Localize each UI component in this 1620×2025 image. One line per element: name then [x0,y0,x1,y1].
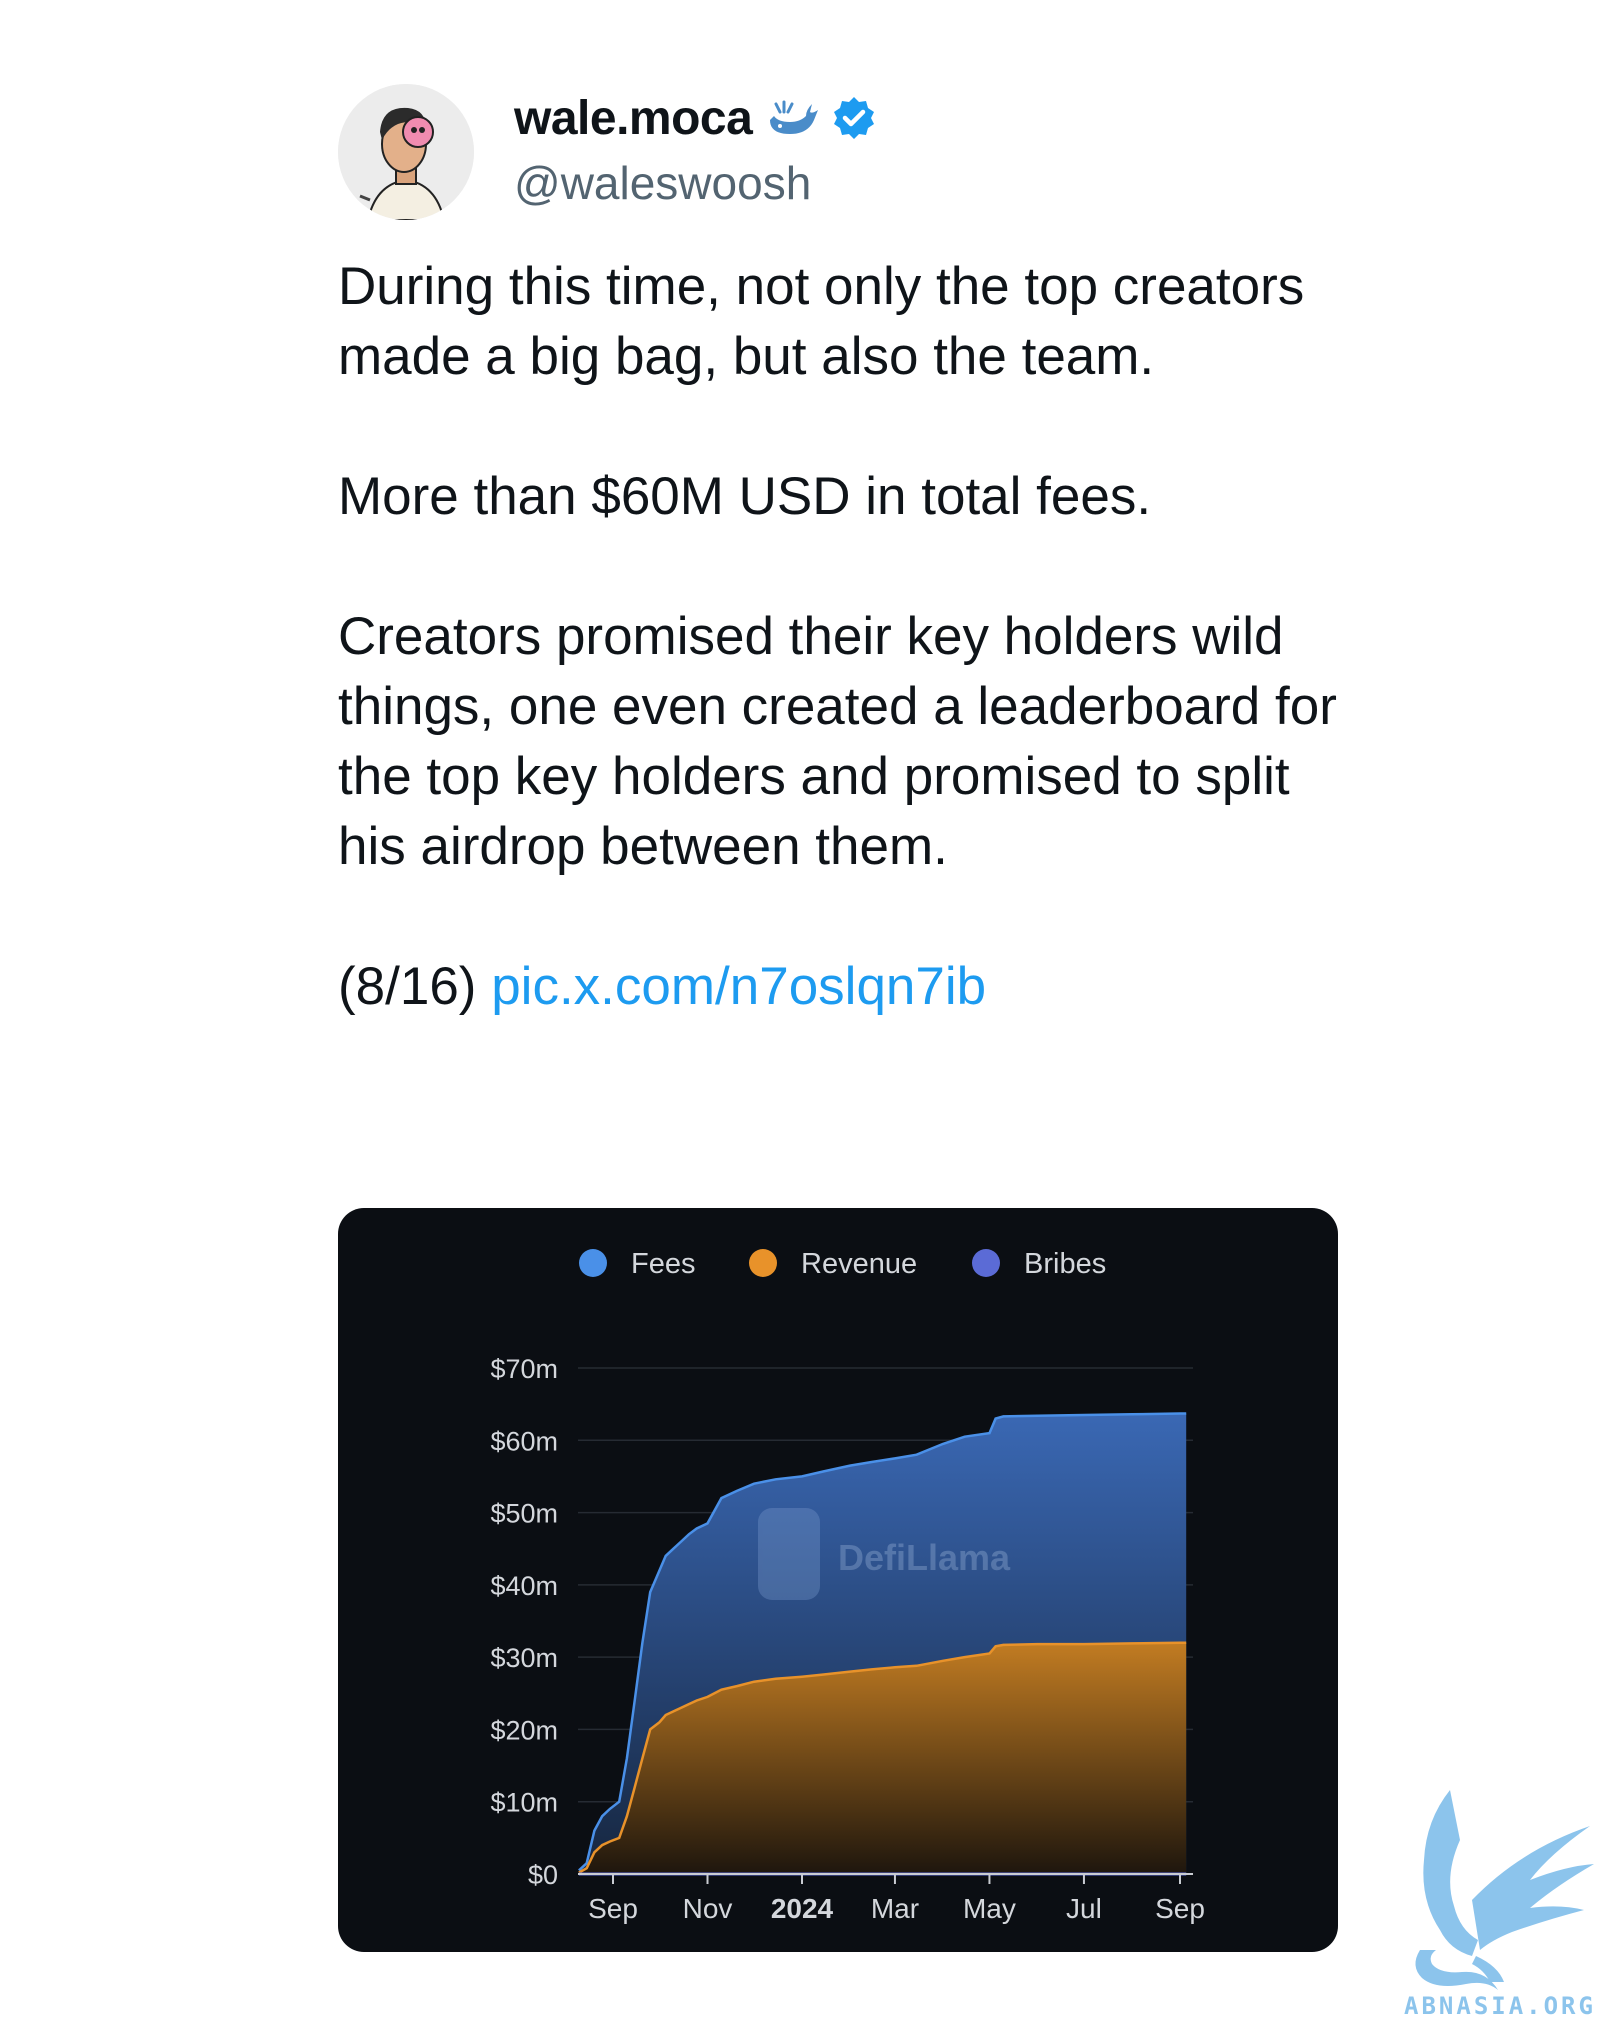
abnasia-logo: ABNASIA.ORG [1404,1790,1596,2020]
fees-chart: Fees Revenue Bribes $0 $10m $20m $30m $40m $50m $… [490,1248,1205,1924]
y-tick-label: $10m [490,1788,558,1818]
author-handle[interactable]: @waleswoosh [514,156,811,210]
chart-image[interactable]: Fees Revenue Bribes $0 $10m $20m $30m $40m $50m $… [338,1208,1338,1952]
author-name[interactable]: wale.moca [514,91,753,146]
x-tick-label: 2024 [771,1893,834,1924]
tweet-footer-line: (8/16) pic.x.com/n7oslqn7ib [338,952,1338,1022]
media-link[interactable]: pic.x.com/n7oslqn7ib [491,957,986,1016]
tweet-paragraph: During this time, not only the top creat… [338,257,1305,386]
legend-label: Fees [631,1248,695,1280]
y-tick-label: $50m [490,1499,558,1529]
y-tick-label: $40m [490,1571,558,1601]
avatar-illustration [338,84,474,220]
watermark-text: DefiLlama [838,1537,1011,1578]
thread-position: (8/16) [338,957,477,1016]
legend-label: Revenue [801,1248,917,1280]
y-tick-label: $30m [490,1643,558,1673]
x-tick-label: Nov [683,1893,733,1924]
verified-icon [834,97,875,139]
legend-marker [972,1249,1000,1277]
legend-marker [579,1249,607,1277]
legend-marker [749,1249,777,1277]
author-row: wale.moca [514,88,878,148]
avatar[interactable] [338,84,474,220]
llama-icon [758,1508,820,1600]
legend-label: Bribes [1024,1248,1106,1280]
x-tick-label: Sep [1155,1893,1205,1924]
whale-icon [770,100,819,134]
y-tick-label: $70m [490,1354,558,1384]
y-tick-label: $0 [528,1860,558,1890]
x-tick-label: Mar [871,1893,919,1924]
logo-text: ABNASIA.ORG [1404,1992,1596,2020]
tweet-paragraph: Creators promised their key holders wild… [338,607,1337,876]
tweet-paragraph: More than $60M USD in total fees. [338,467,1152,526]
y-tick-label: $60m [490,1426,558,1456]
tweet-body: During this time, not only the top creat… [338,252,1338,1022]
x-tick-label: May [963,1893,1016,1924]
y-tick-label: $20m [490,1715,558,1745]
x-tick-label: Sep [588,1893,638,1924]
x-tick-label: Jul [1066,1893,1102,1924]
